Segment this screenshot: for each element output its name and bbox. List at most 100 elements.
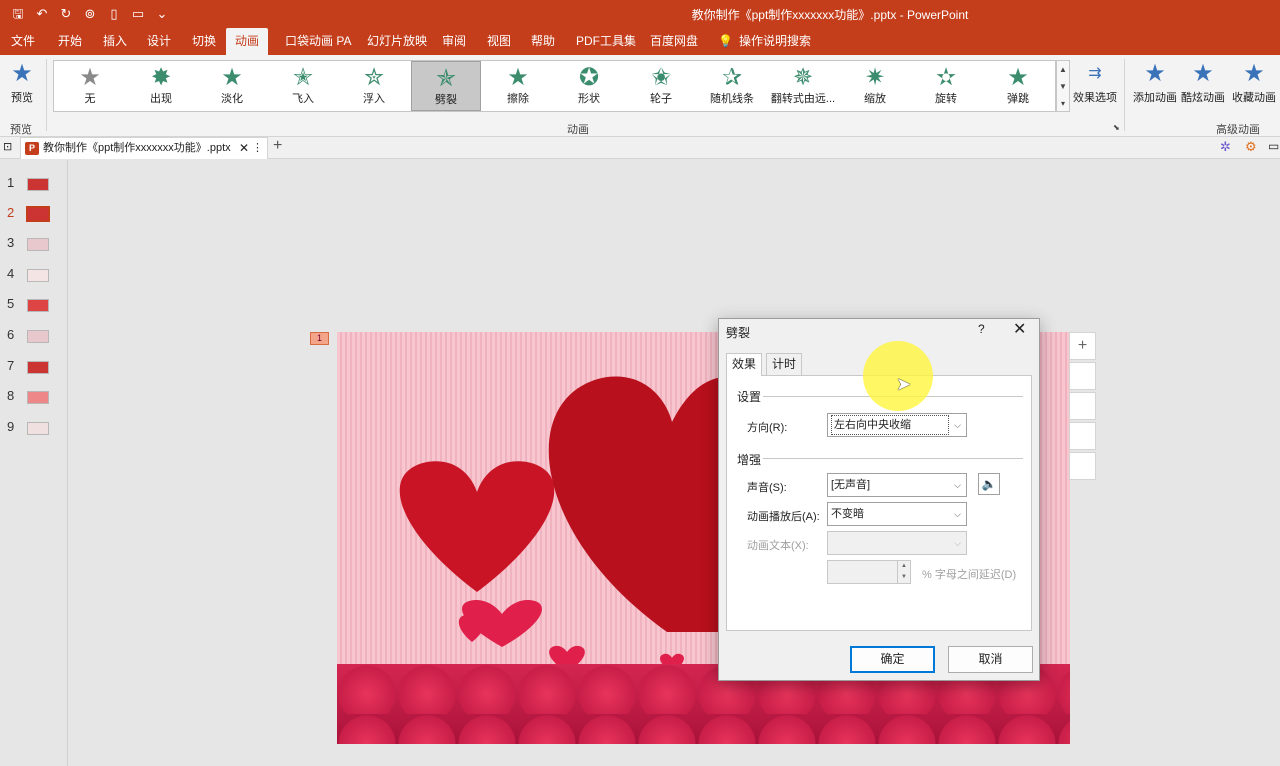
star-icon: ✸ <box>126 64 196 92</box>
after-animation-select[interactable]: 不变暗 ⌵ <box>827 502 967 526</box>
tab-animations[interactable]: 动画 <box>226 28 268 55</box>
star-icon: ✰ <box>697 64 767 92</box>
lightbulb-icon[interactable]: 💡 <box>716 28 735 55</box>
preview-button[interactable]: ★ 预览 <box>4 59 40 105</box>
tab-timing[interactable]: 计时 <box>766 353 802 375</box>
settings-section-title: 设置 <box>737 388 761 405</box>
divider <box>763 458 1023 459</box>
close-icon[interactable]: ✕ <box>239 138 249 158</box>
effect-zoom[interactable]: ✷缩放 <box>840 61 910 111</box>
add-tab-button[interactable]: + <box>273 137 282 155</box>
document-tab-name: 教你制作《ppt制作xxxxxxx功能》.pptx <box>43 142 231 154</box>
chevron-down-icon[interactable]: ⌵ <box>949 474 966 496</box>
effect-float-in[interactable]: ✮浮入 <box>339 61 409 111</box>
chevron-up-icon[interactable]: ▲ <box>1057 61 1069 78</box>
chevron-down-icon[interactable]: ▼ <box>1057 78 1069 95</box>
slide-thumbnail[interactable]: 2 <box>0 203 68 227</box>
star-icon: ✪ <box>554 64 624 92</box>
close-icon[interactable]: ✕ <box>1013 319 1026 339</box>
group-label-advanced: 高级动画 <box>1216 121 1260 137</box>
slide-thumbnail[interactable]: 5 <box>0 294 68 318</box>
help-button[interactable]: ? <box>978 322 985 336</box>
restore-icon[interactable]: ▭ <box>1268 139 1279 153</box>
effect-none[interactable]: ★无 <box>55 61 125 111</box>
slide-thumbnail[interactable]: 6 <box>0 325 68 349</box>
effect-appear[interactable]: ✸出现 <box>126 61 196 111</box>
tell-me-search[interactable]: 操作说明搜索 <box>737 28 813 55</box>
effect-random-bars[interactable]: ✰随机线条 <box>697 61 767 111</box>
effect-shape[interactable]: ✪形状 <box>554 61 624 111</box>
add-icon[interactable]: + <box>1069 332 1096 360</box>
gallery-scroll[interactable]: ▲ ▼ ▾ <box>1056 60 1070 112</box>
cancel-button[interactable]: 取消 <box>948 646 1033 673</box>
rail-button[interactable] <box>1069 362 1096 390</box>
more-icon[interactable]: ⋮ <box>252 138 263 158</box>
animation-order-marker[interactable]: 1 <box>310 332 329 345</box>
chevron-down-icon[interactable]: ⌵ <box>949 414 966 436</box>
effect-options-button[interactable]: ⇉ 效果选项 <box>1072 59 1118 105</box>
effect-wheel[interactable]: ✬轮子 <box>626 61 696 111</box>
tab-file[interactable]: 文件 <box>9 28 37 55</box>
settings-icon[interactable]: ⚙ <box>1245 139 1257 155</box>
dialog-launcher-icon[interactable]: ⬊ <box>1113 123 1120 132</box>
after-animation-label: 动画播放后(A): <box>747 508 820 524</box>
tab-insert[interactable]: 插入 <box>101 28 129 55</box>
tab-home[interactable]: 开始 <box>56 28 84 55</box>
effect-panel: 设置 方向(R): 左右向中央收缩 ⌵ 增强 声音(S): [无声音] ⌵ 🔈 … <box>726 375 1032 631</box>
thumbnail-image <box>27 269 49 282</box>
tab-view[interactable]: 视图 <box>485 28 513 55</box>
favorite-animation-button[interactable]: ★ 收藏动画 <box>1230 59 1278 105</box>
window-title: 教你制作《ppt制作xxxxxxx功能》.pptx - PowerPoint <box>0 6 1280 23</box>
tab-pocket-animation[interactable]: 口袋动画 PA <box>283 28 353 55</box>
tab-review[interactable]: 审阅 <box>440 28 468 55</box>
direction-select[interactable]: 左右向中央收缩 ⌵ <box>827 413 967 437</box>
slide-thumbnail[interactable]: 3 <box>0 233 68 257</box>
speaker-icon[interactable]: 🔈 <box>978 473 1000 495</box>
slide-right-toolbar: + <box>1069 332 1096 482</box>
tab-pdf-tools[interactable]: PDF工具集 <box>574 28 638 55</box>
heart-shape <box>549 376 737 632</box>
spinner-arrows-icon[interactable]: ▲▼ <box>897 561 910 583</box>
slide-thumbnail[interactable]: 7 <box>0 356 68 380</box>
slide-thumbnail-pane: 1 2 3 4 5 6 7 8 9 <box>0 160 68 766</box>
letter-delay-spinner[interactable]: ▲▼ <box>827 560 911 584</box>
tab-baidu-netdisk[interactable]: 百度网盘 <box>648 28 700 55</box>
effect-swivel[interactable]: ✫旋转 <box>911 61 981 111</box>
cool-animation-button[interactable]: ★ 酷炫动画 <box>1181 59 1225 105</box>
tab-design[interactable]: 设计 <box>145 28 173 55</box>
slide-thumbnail[interactable]: 1 <box>0 173 68 197</box>
star-icon: ★ <box>197 64 267 92</box>
ok-button[interactable]: 确定 <box>850 646 935 673</box>
effect-bounce[interactable]: ★弹跳 <box>983 61 1053 111</box>
effect-wipe[interactable]: ★擦除 <box>483 61 553 111</box>
tab-effect[interactable]: 效果 <box>726 353 762 376</box>
thumbnail-image <box>27 391 49 404</box>
sound-select[interactable]: [无声音] ⌵ <box>827 473 967 497</box>
tab-transitions[interactable]: 切换 <box>190 28 218 55</box>
rail-button[interactable] <box>1069 422 1096 450</box>
document-tab[interactable]: P 教你制作《ppt制作xxxxxxx功能》.pptx ✕ ⋮ <box>20 137 268 159</box>
add-animation-button[interactable]: ★ 添加动画 <box>1131 59 1179 105</box>
effect-fade[interactable]: ★淡化 <box>197 61 267 111</box>
favorite-star-icon: ★ <box>1230 59 1278 89</box>
effect-split[interactable]: ✯劈裂 <box>411 61 481 111</box>
mouse-pointer-icon: ➤ <box>896 374 911 395</box>
effect-grow-turn[interactable]: ✵翻转式由远... <box>768 61 838 111</box>
rail-button[interactable] <box>1069 392 1096 420</box>
slide-thumbnail[interactable]: 4 <box>0 264 68 288</box>
slide-thumbnail[interactable]: 9 <box>0 417 68 441</box>
addin-icon[interactable]: ✲ <box>1220 139 1231 155</box>
slide-thumbnail[interactable]: 8 <box>0 386 68 410</box>
rail-button[interactable] <box>1069 452 1096 480</box>
chevron-down-icon[interactable]: ⌵ <box>949 503 966 525</box>
tab-help[interactable]: 帮助 <box>529 28 557 55</box>
document-tab-bar: ⊡ P 教你制作《ppt制作xxxxxxx功能》.pptx ✕ ⋮ + ✲ ⚙ … <box>0 137 1280 159</box>
animate-text-select[interactable]: ⌵ <box>827 531 967 555</box>
preview-star-icon: ★ <box>4 59 40 89</box>
chevron-down-icon[interactable]: ⌵ <box>949 532 966 554</box>
effect-fly-in[interactable]: ✭飞入 <box>268 61 338 111</box>
tab-slideshow[interactable]: 幻灯片放映 <box>365 28 429 55</box>
dialog-title: 劈裂 <box>726 324 750 341</box>
tab-sidebar-icon[interactable]: ⊡ <box>3 140 12 153</box>
gallery-expand-icon[interactable]: ▾ <box>1057 95 1069 112</box>
